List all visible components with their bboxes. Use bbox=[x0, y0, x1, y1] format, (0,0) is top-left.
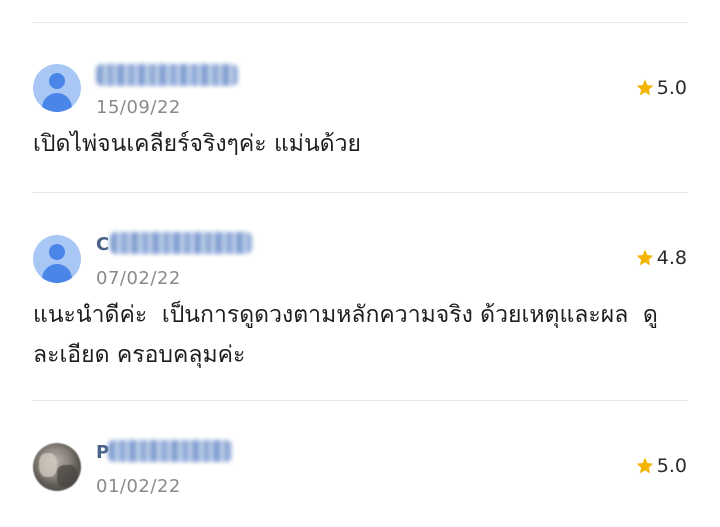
divider bbox=[32, 192, 688, 193]
reviewer-name-redacted bbox=[110, 232, 252, 254]
reviewer-name-redacted bbox=[96, 64, 238, 86]
user-photo-avatar[interactable] bbox=[33, 443, 81, 491]
review-rating: 5.0 bbox=[635, 77, 687, 99]
star-icon bbox=[636, 457, 654, 474]
rating-value: 4.8 bbox=[656, 247, 687, 269]
star-icon bbox=[636, 79, 654, 96]
reviewer-name-initial: C bbox=[96, 234, 110, 255]
review-rating: 4.8 bbox=[635, 247, 687, 269]
review-comment: แนะนำดีค่ะ เป็นการดูดวงตามหลักความจริง ด… bbox=[33, 302, 658, 368]
review-comment: เปิดไพ่จนเคลียร์จริงๆค่ะ แม่นด้วย bbox=[33, 131, 361, 157]
default-user-icon[interactable] bbox=[33, 64, 81, 112]
star-icon bbox=[636, 249, 654, 266]
review-date: 07/02/22 bbox=[96, 268, 181, 289]
divider bbox=[32, 400, 688, 401]
default-user-icon[interactable] bbox=[33, 235, 81, 283]
divider-top bbox=[32, 22, 688, 23]
review-rating: 5.0 bbox=[635, 455, 687, 477]
rating-value: 5.0 bbox=[656, 77, 687, 99]
reviewer-name-redacted bbox=[108, 440, 232, 462]
rating-value: 5.0 bbox=[656, 455, 687, 477]
review-date: 01/02/22 bbox=[96, 476, 181, 497]
review-date: 15/09/22 bbox=[96, 97, 181, 118]
